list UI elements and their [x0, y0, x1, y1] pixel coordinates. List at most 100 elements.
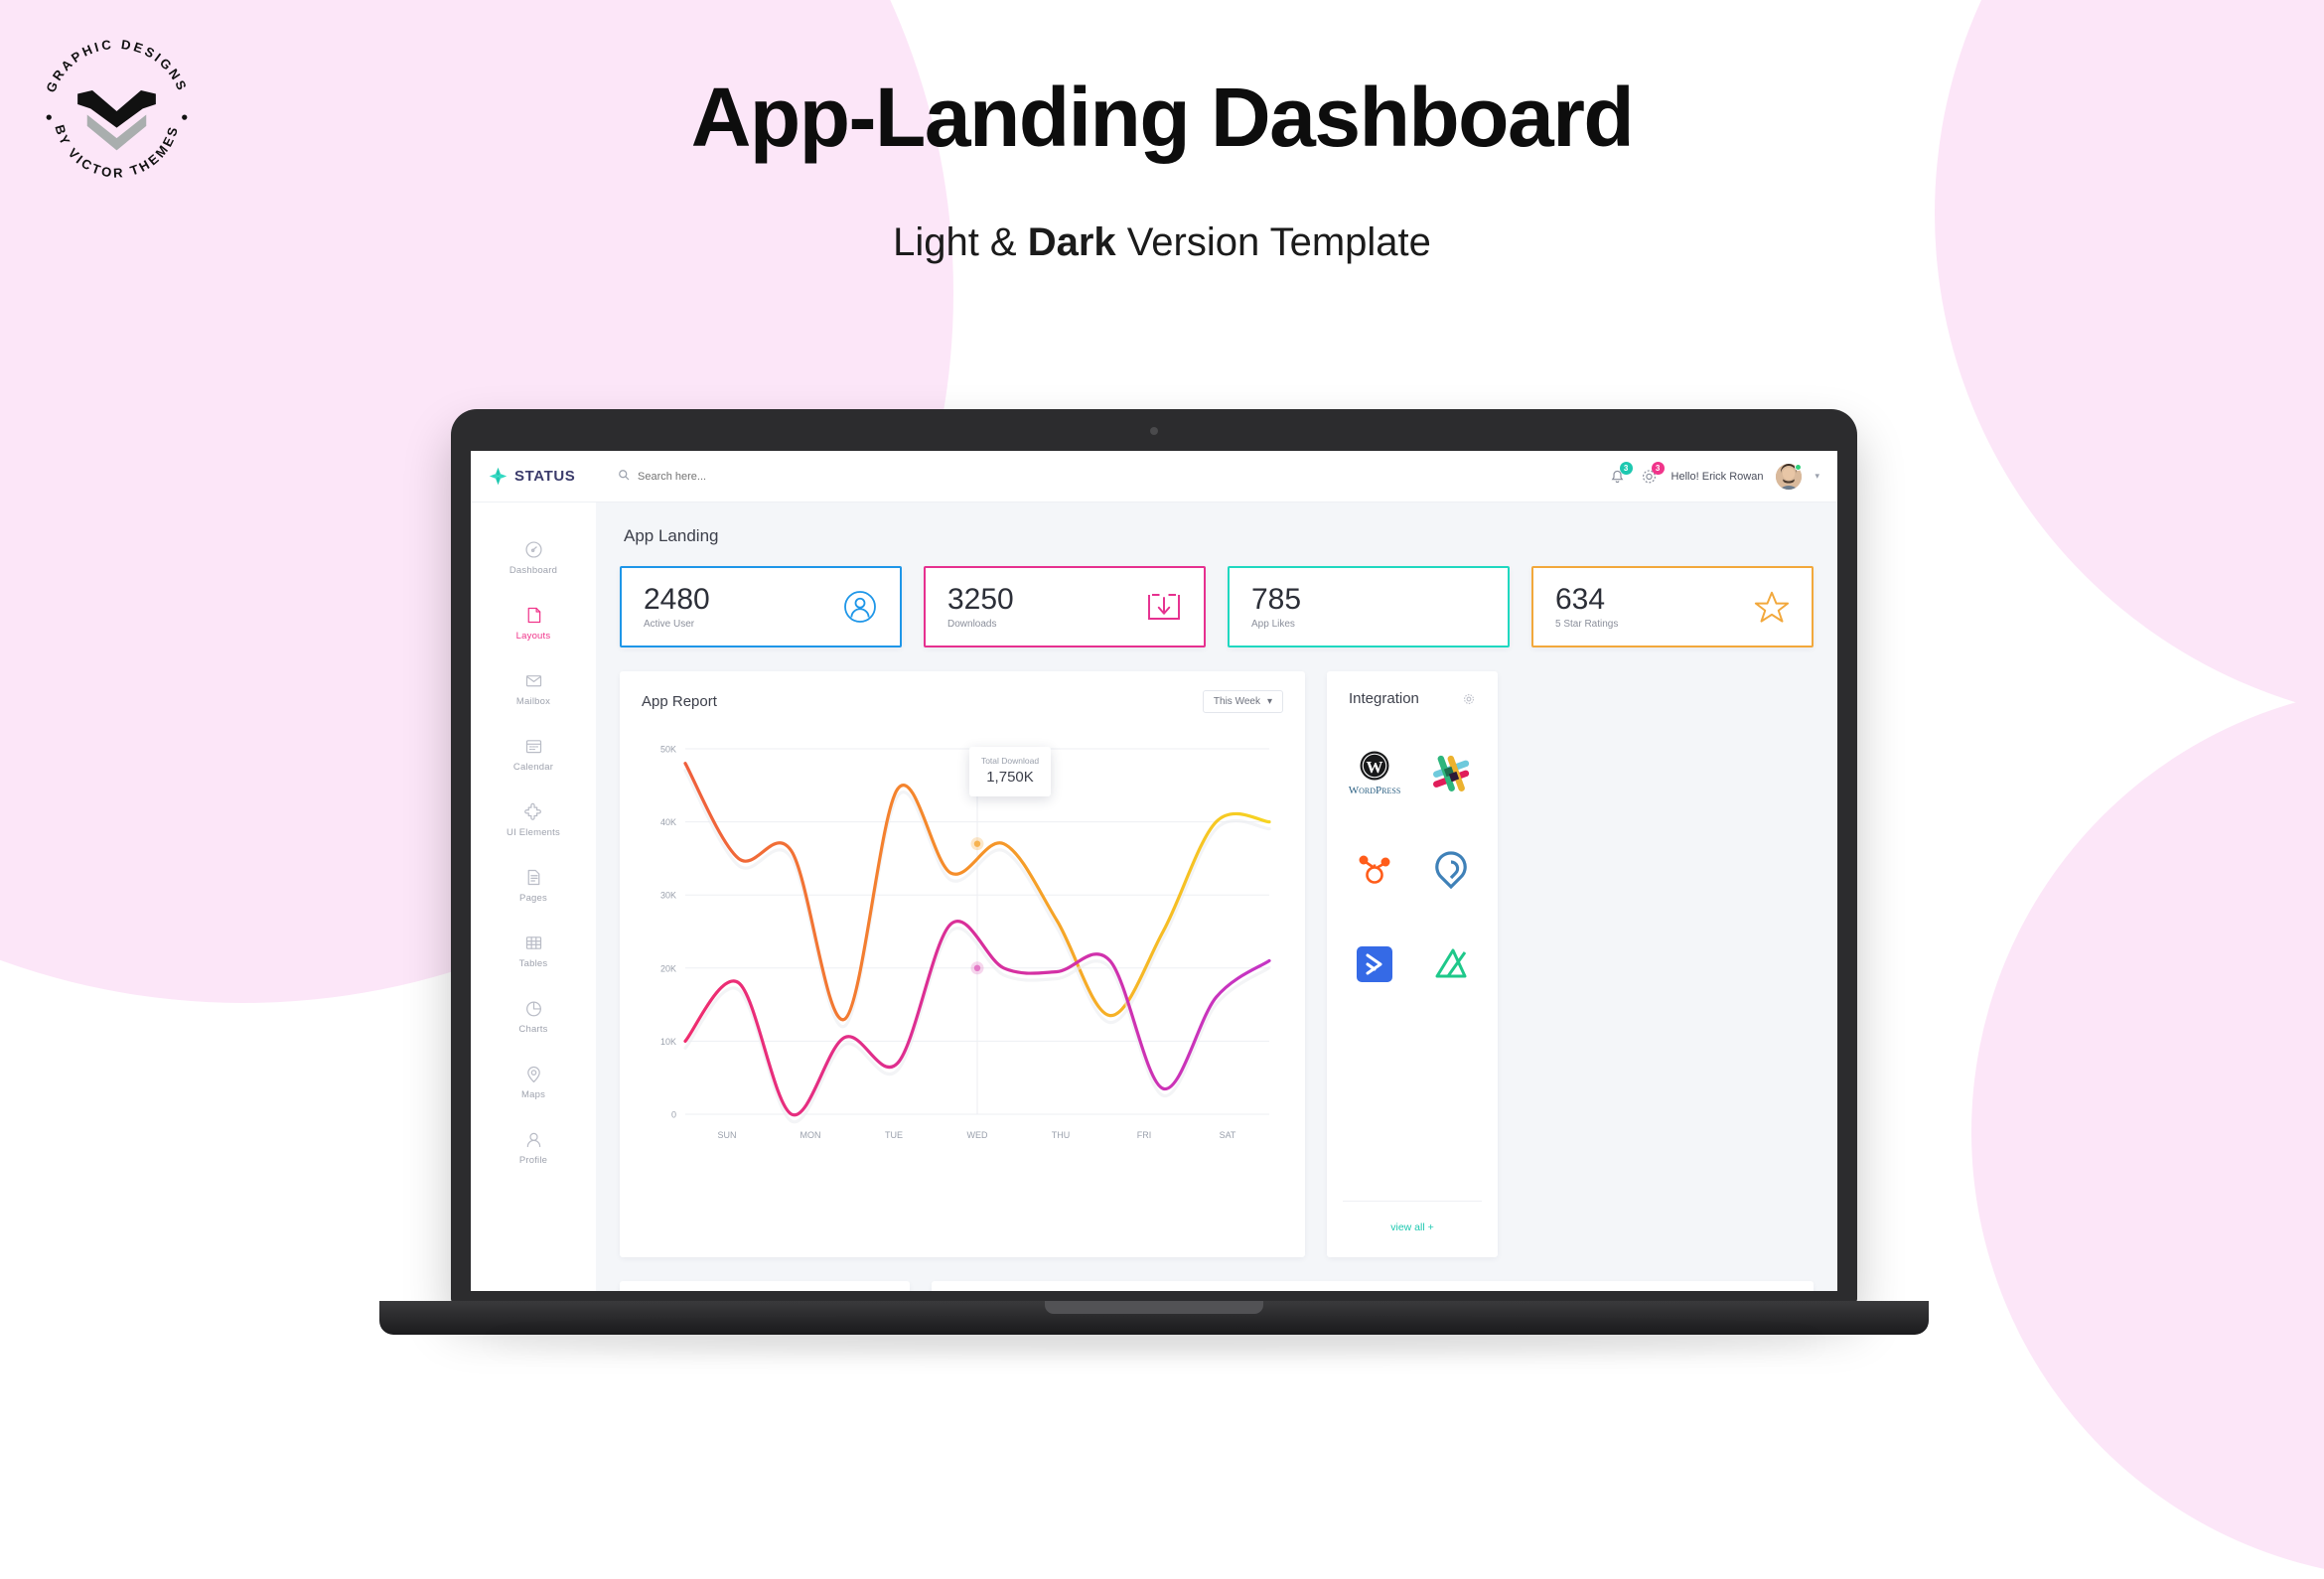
svg-text:FRI: FRI [1137, 1130, 1152, 1140]
avatar[interactable] [1776, 463, 1803, 490]
subtitle-suffix: Version Template [1115, 220, 1431, 264]
stat-label: App Likes [1251, 618, 1295, 630]
pie-chart-icon [523, 998, 544, 1019]
search-input[interactable] [638, 470, 836, 483]
svg-text:50K: 50K [660, 745, 676, 755]
page-title: App-Landing Dashboard [690, 71, 1635, 164]
stat-card-downloads: 3250 Downloads [924, 566, 1206, 647]
view-all-link[interactable]: view all + [1390, 1221, 1433, 1233]
stat-card-5-star-ratings: 634 5 Star Ratings [1531, 566, 1814, 647]
app-report-title: App Report [642, 693, 717, 710]
sidebar-item-label: Dashboard [508, 564, 558, 576]
range-dropdown[interactable]: This Week ▾ [1202, 690, 1283, 713]
sidebar-item-label: Calendar [512, 761, 554, 773]
chevron-down-icon[interactable]: ▾ [1815, 471, 1819, 482]
person-icon [523, 1129, 544, 1150]
sidebar-item-label: UI Elements [507, 826, 560, 838]
tooltip-label: Total Download [980, 756, 1040, 766]
tooltip-value: 1,750K [986, 769, 1034, 786]
laptop-mockup: STATUS 3 [379, 409, 1929, 1402]
sidebar-item-label: Layouts [515, 630, 551, 642]
stat-value: 634 [1555, 583, 1606, 617]
sidebar-item-dashboard[interactable]: Dashboard [471, 524, 596, 590]
svg-text:MON: MON [800, 1130, 821, 1140]
stat-label: Downloads [947, 618, 997, 630]
stat-text: 3250 Downloads [947, 584, 1014, 630]
wordpress-logo[interactable]: W WORDPRESS [1348, 747, 1401, 800]
slack-logo[interactable] [1424, 747, 1478, 800]
bottom-row: Revenue 12% [620, 1281, 1814, 1291]
sidebar-item-ui-elements[interactable]: UI Elements [471, 787, 596, 852]
sidebar-item-label: Charts [518, 1023, 548, 1035]
svg-text:TUE: TUE [885, 1130, 903, 1140]
svg-text:SUN: SUN [717, 1130, 736, 1140]
stat-label: 5 Star Ratings [1555, 618, 1619, 630]
stat-card-row: 2480 Active User 3250 Downloads 785 App Likes… [620, 566, 1814, 647]
sidebar-item-pages[interactable]: Pages [471, 852, 596, 918]
topbar-actions: 3 3 Hello! Erick Rowan ▾ [1608, 462, 1837, 490]
svg-text:W: W [1366, 758, 1382, 777]
search-icon [618, 468, 630, 486]
lifebuoy-badge-count: 3 [1651, 462, 1665, 475]
search-box[interactable] [618, 468, 836, 486]
mid-row: App Report This Week ▾ 0 10K 20K 30K 40K… [620, 671, 1814, 1257]
sidebar-item-maps[interactable]: Maps [471, 1049, 596, 1114]
star-icon [1754, 589, 1790, 625]
sidebar-item-label: Mailbox [515, 695, 551, 707]
brand-logo[interactable]: STATUS [471, 467, 596, 486]
svg-text:40K: 40K [660, 817, 676, 827]
activecampaign-logo[interactable] [1348, 937, 1401, 991]
heart-icon [1450, 589, 1486, 625]
sidebar-item-label: Tables [518, 957, 548, 969]
laptop-lid: STATUS 3 [451, 409, 1857, 1303]
grid-icon [523, 933, 544, 953]
chart-tooltip: Total Download 1,750K [969, 747, 1051, 796]
svg-text:SAT: SAT [1220, 1130, 1236, 1140]
content-page-title: App Landing [624, 526, 719, 545]
sidebar-item-tables[interactable]: Tables [471, 918, 596, 983]
stat-value: 785 [1251, 583, 1302, 617]
svg-text:0: 0 [671, 1110, 676, 1120]
revenue-header: Revenue [620, 1281, 910, 1291]
sidebar-item-label: Profile [518, 1154, 548, 1166]
subtitle-prefix: Light & [893, 220, 1028, 264]
pipedrive-logo[interactable] [1424, 842, 1478, 896]
hubspot-logo[interactable] [1348, 842, 1401, 896]
stat-label: Active User [644, 618, 695, 630]
dashboard-content: App Landing 2480 Active User 3250 Downloads… [596, 502, 1837, 1291]
svg-text:THU: THU [1052, 1130, 1071, 1140]
range-dropdown-label: This Week [1213, 696, 1260, 707]
stat-text: 634 5 Star Ratings [1555, 584, 1618, 630]
integration-title: Integration [1349, 690, 1419, 707]
sidebar-item-layouts[interactable]: Layouts [471, 590, 606, 655]
speedometer-icon [523, 539, 544, 560]
dashboard-topbar: STATUS 3 [471, 451, 1837, 502]
status-star-icon [489, 467, 508, 486]
calendar-icon [523, 736, 544, 757]
sidebar-item-calendar[interactable]: Calendar [471, 721, 596, 787]
bell-icon[interactable]: 3 [1608, 462, 1633, 486]
sidebar-item-mailbox[interactable]: Mailbox [471, 655, 596, 721]
layout-icon [523, 605, 544, 626]
stat-value: 3250 [947, 583, 1014, 617]
webcam-icon [1150, 427, 1158, 435]
map-pin-icon [523, 1064, 544, 1084]
gear-icon[interactable] [1462, 692, 1476, 706]
svg-text:10K: 10K [660, 1037, 676, 1047]
atlas-logo[interactable] [1424, 937, 1478, 991]
lifebuoy-icon[interactable]: 3 [1640, 462, 1665, 486]
dashboard-screen: STATUS 3 [471, 451, 1837, 1291]
subtitle-bold: Dark [1027, 220, 1116, 264]
puzzle-icon [523, 801, 544, 822]
page-subtitle: Light & Dark Version Template [0, 220, 2324, 265]
svg-text:20K: 20K [660, 963, 676, 973]
user-avatar-icon [842, 589, 878, 625]
integration-logo-grid: W WORDPRESS [1327, 707, 1498, 991]
sidebar-item-charts[interactable]: Charts [471, 983, 596, 1049]
user-greeting: Hello! Erick Rowan [1670, 470, 1764, 483]
sidebar-item-profile[interactable]: Profile [471, 1114, 596, 1180]
svg-text:WED: WED [967, 1130, 988, 1140]
stat-card-active-user: 2480 Active User [620, 566, 902, 647]
gadgets-score-panel: Gadgets Score IOS App Landing64% [932, 1281, 1814, 1291]
chevron-down-icon: ▾ [1266, 696, 1272, 707]
